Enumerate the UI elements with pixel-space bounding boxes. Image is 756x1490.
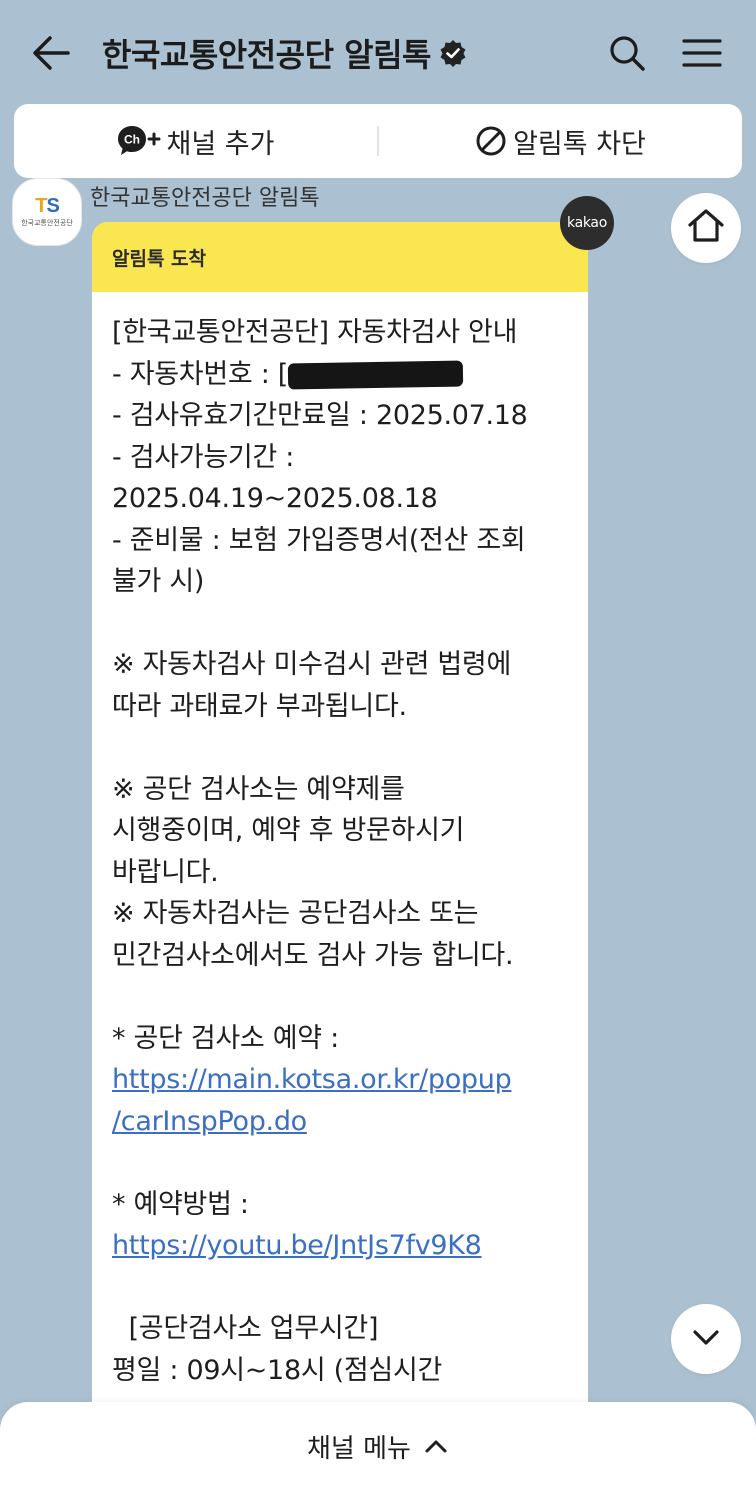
message-line: - 검사가능기간 :: [112, 441, 295, 473]
youtube-link[interactable]: https://youtu.be/JntJs7fv9K8: [112, 1225, 568, 1267]
redacted-plate-number: [287, 360, 464, 390]
message-line: [공단검사소 업무시간]: [112, 1313, 379, 1344]
add-channel-button[interactable]: Ch 채널 추가: [14, 104, 377, 178]
channel-menu-button[interactable]: 채널 메뉴: [0, 1402, 756, 1490]
message-line: - 검사유효기간만료일 : 2025.07.18: [112, 400, 528, 431]
reservation-link-cont[interactable]: /carInspPop.do: [112, 1101, 568, 1143]
top-bar: 한국교통안전공단 알림톡: [0, 0, 756, 104]
bubble-header: 알림톡 도착: [92, 222, 588, 292]
message-line-plate: - 자동차번호 : [: [112, 354, 568, 396]
channel-avatar[interactable]: TS 한국교통안전공단: [12, 178, 82, 246]
message-line: * 공단 검사소 예약 :: [112, 1022, 339, 1054]
channel-title: 한국교통안전공단 알림톡: [102, 36, 431, 74]
channel-plus-icon: Ch: [117, 124, 161, 158]
message-line: 바랍니다.: [112, 856, 219, 888]
message-line: ※ 공단 검사소는 예약제를: [112, 773, 405, 805]
verified-badge-icon: [439, 39, 467, 67]
back-arrow-icon[interactable]: [28, 30, 74, 76]
block-label: 알림톡 차단: [513, 128, 646, 160]
message-line: 따라 과태료가 부과됩니다.: [112, 690, 407, 722]
sender-name: 한국교통안전공단 알림톡: [90, 186, 320, 211]
message-line: - 준비물 : 보험 가입증명서(전산 조회: [112, 524, 526, 556]
channel-menu-label: 채널 메뉴: [307, 1433, 411, 1464]
svg-text:Ch: Ch: [124, 133, 140, 147]
reservation-link[interactable]: https://main.kotsa.or.kr/popup: [112, 1059, 568, 1101]
message-line: ※ 자동차검사 미수검시 관련 법령에: [112, 649, 512, 680]
avatar-subtitle: 한국교통안전공단: [21, 219, 73, 227]
message-line: [한국교통안전공단] 자동차검사 안내: [112, 317, 518, 348]
message-line: ※ 자동차검사는 공단검사소 또는: [112, 898, 479, 929]
message-line: 민간검사소에서도 검사 가능 합니다.: [112, 939, 514, 971]
message-line-text: - 자동차번호 : [: [112, 358, 289, 390]
chevron-up-icon: [423, 1433, 449, 1459]
title-area: 한국교통안전공단 알림톡: [102, 30, 467, 76]
search-icon[interactable]: [604, 30, 650, 76]
home-button[interactable]: [671, 193, 741, 263]
message-line: * 예약방법 :: [112, 1188, 249, 1220]
block-notification-button[interactable]: 알림톡 차단: [379, 104, 742, 178]
message-line: 2025.04.19~2025.08.18: [112, 483, 438, 514]
ts-logo: TS: [35, 195, 60, 217]
message-line: 시행중이며, 예약 후 방문하시기: [112, 815, 465, 846]
hamburger-menu-icon[interactable]: [678, 30, 726, 76]
scroll-down-button[interactable]: [671, 1304, 741, 1374]
add-channel-label: 채널 추가: [166, 128, 275, 160]
message-line: 평일 : 09시~18시 (점심시간: [112, 1354, 443, 1386]
chevron-down-icon: [689, 1320, 723, 1358]
block-icon: [475, 125, 507, 157]
kakao-badge: kakao: [560, 196, 614, 250]
message-bubble: 알림톡 도착 [한국교통안전공단] 자동차검사 안내 - 자동차번호 : [ -…: [92, 222, 588, 1490]
message-body: [한국교통안전공단] 자동차검사 안내 - 자동차번호 : [ - 검사유효기간…: [92, 292, 588, 1391]
home-icon: [686, 206, 726, 250]
channel-action-bar: Ch 채널 추가 알림톡 차단: [14, 104, 742, 178]
message-line: 불가 시): [112, 566, 205, 597]
